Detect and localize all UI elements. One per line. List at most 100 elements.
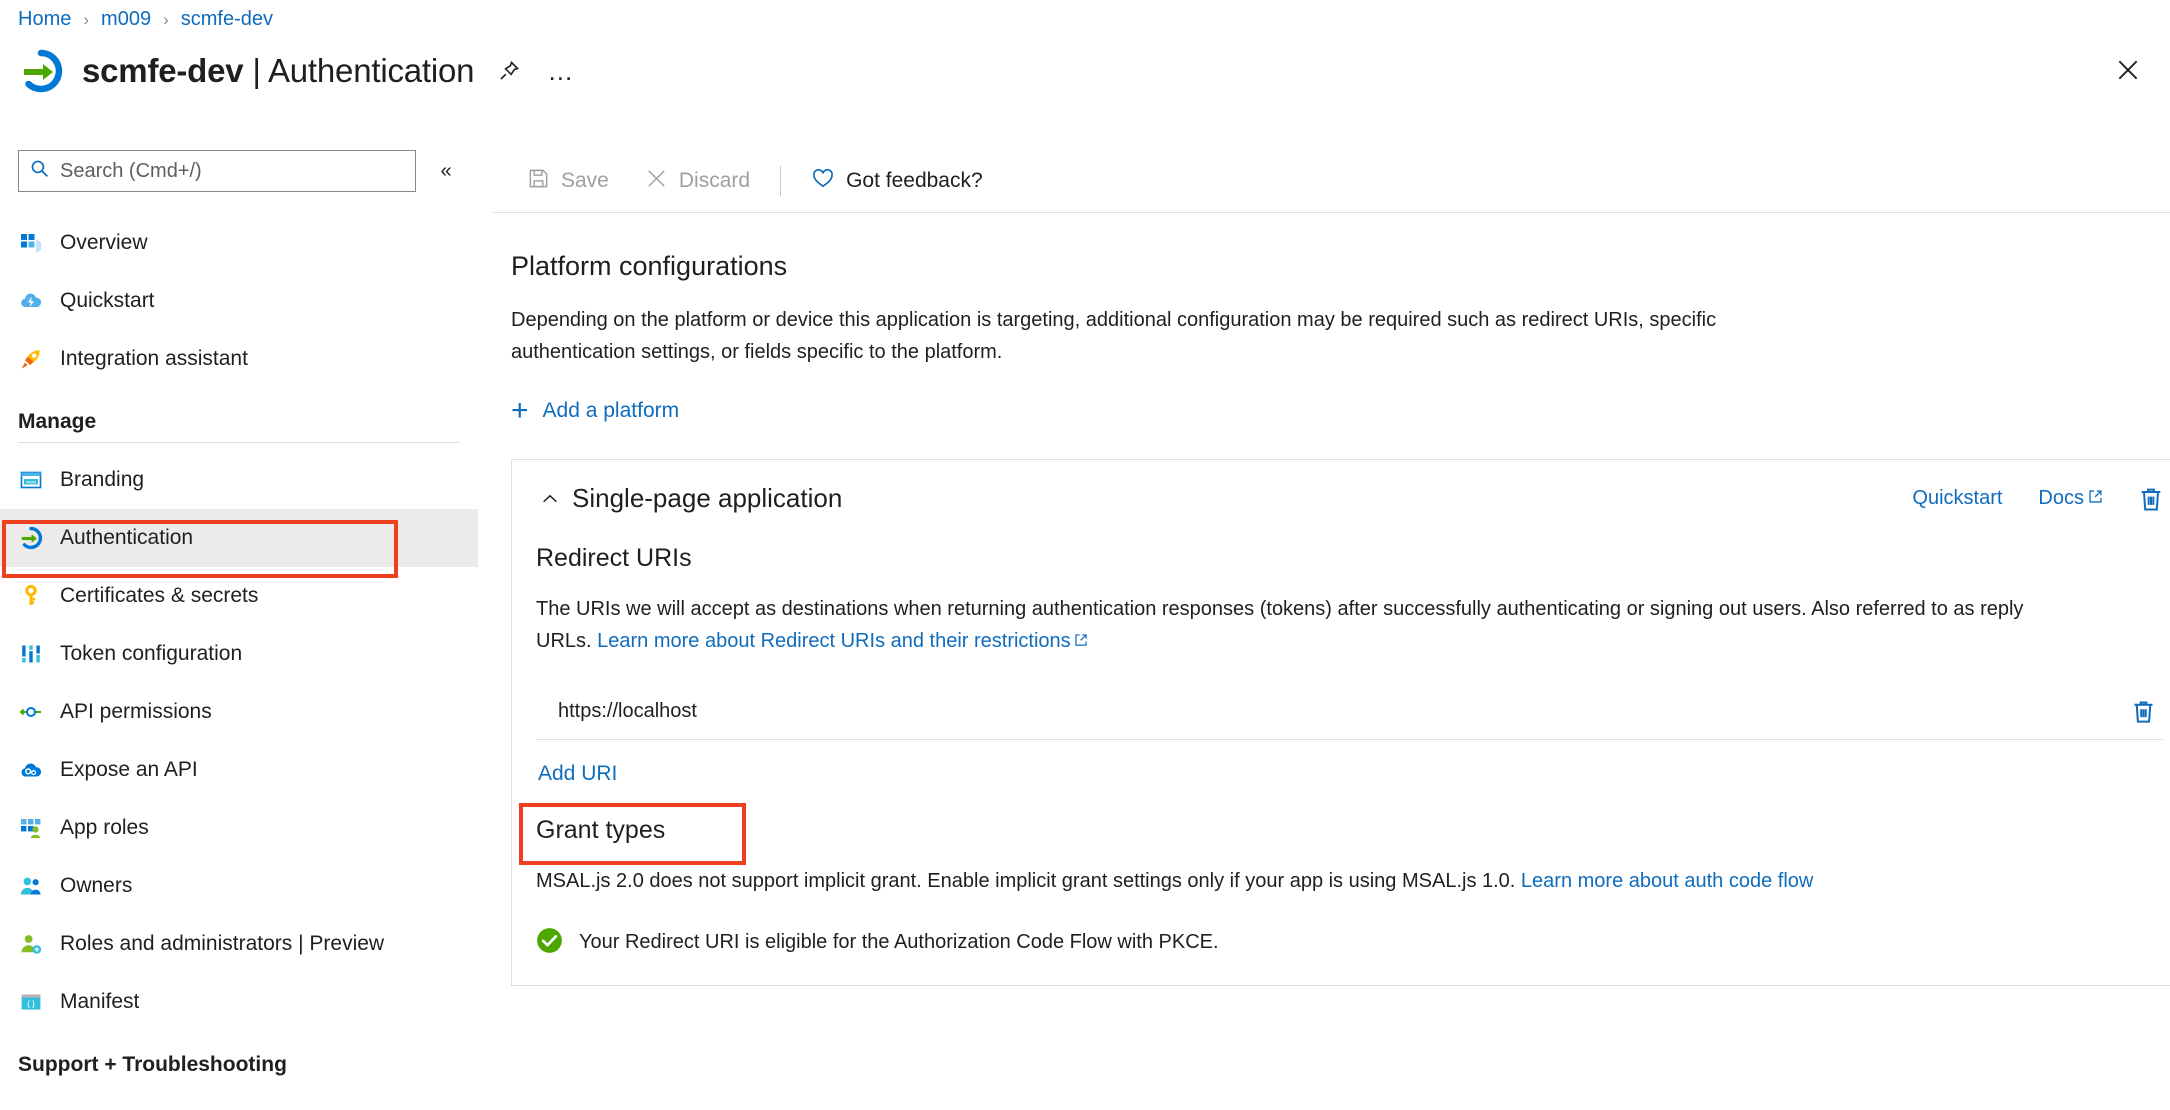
redirect-uris-learn-more-link[interactable]: Learn more about Redirect URIs and their… — [597, 625, 1088, 657]
breadcrumb-item-scmfe-dev[interactable]: scmfe-dev — [181, 8, 273, 31]
platform-card-single-page-application: Single-page application Quickstart Docs — [511, 459, 2170, 986]
sidebar-item-label: App roles — [60, 816, 149, 840]
sidebar-item-roles-and-administrators[interactable]: Roles and administrators | Preview — [0, 915, 478, 973]
sidebar-search-row: « — [0, 150, 478, 192]
branding-browser-icon: www — [18, 467, 44, 493]
owners-people-icon — [18, 873, 44, 899]
authentication-arrow-icon — [18, 525, 44, 551]
sidebar-item-overview[interactable]: Overview — [0, 214, 478, 272]
got-feedback-label: Got feedback? — [846, 169, 983, 193]
sidebar-item-label: Owners — [60, 874, 132, 898]
sidebar-item-token-configuration[interactable]: Token configuration — [0, 625, 478, 683]
grant-status-text: Your Redirect URI is eligible for the Au… — [579, 931, 1219, 954]
redirect-uris-heading: Redirect URIs — [536, 544, 2163, 573]
card-header: Single-page application Quickstart Docs — [512, 460, 2170, 538]
sidebar-item-certificates-secrets[interactable]: Certificates & secrets — [0, 567, 478, 625]
sidebar-item-label: Certificates & secrets — [60, 584, 258, 608]
card-quickstart-link[interactable]: Quickstart — [1912, 487, 2002, 510]
delete-redirect-uri-icon[interactable] — [2130, 698, 2157, 725]
section-heading-platform-configurations: Platform configurations — [511, 251, 2170, 282]
more-options-icon[interactable]: … — [544, 54, 578, 88]
breadcrumb-item-home[interactable]: Home — [18, 8, 71, 31]
chevron-up-icon[interactable] — [536, 488, 564, 510]
grant-status-row: Your Redirect URI is eligible for the Au… — [536, 927, 2163, 959]
expose-api-cloud-icon — [18, 757, 44, 783]
card-title: Single-page application — [572, 483, 842, 514]
breadcrumb-item-m009[interactable]: m009 — [101, 8, 151, 31]
add-uri-button[interactable]: Add URI — [536, 754, 619, 794]
sidebar-item-label: Authentication — [60, 526, 193, 550]
save-button[interactable]: Save — [509, 159, 627, 203]
redirect-uri-value[interactable]: https://localhost — [558, 700, 2096, 723]
command-bar-divider — [780, 166, 781, 196]
redirect-uris-description: The URIs we will accept as destinations … — [536, 593, 2046, 658]
sidebar-item-label: Integration assistant — [60, 347, 248, 371]
overview-grid-icon — [18, 230, 44, 256]
app-roles-icon — [18, 815, 44, 841]
redirect-uri-row: https://localhost — [536, 684, 2163, 740]
main-content: Save Discard Got feedback? — [493, 150, 2170, 1110]
sidebar-item-api-permissions[interactable]: API permissions — [0, 683, 478, 741]
command-bar: Save Discard Got feedback? — [493, 150, 2170, 212]
card-docs-link[interactable]: Docs — [2038, 487, 2103, 510]
plus-icon: + — [511, 401, 529, 421]
content-area: Platform configurations Depending on the… — [493, 213, 2170, 986]
breadcrumb: Home › m009 › scmfe-dev — [18, 8, 273, 31]
sidebar-item-label: Quickstart — [60, 289, 155, 313]
add-uri-row: Add URI — [536, 740, 2163, 810]
sidebar-item-label: Branding — [60, 468, 144, 492]
sidebar-item-app-roles[interactable]: App roles — [0, 799, 478, 857]
got-feedback-button[interactable]: Got feedback? — [793, 159, 1001, 203]
collapse-sidebar-icon[interactable]: « — [430, 155, 462, 187]
save-label: Save — [561, 169, 609, 193]
breadcrumb-separator-icon: › — [83, 10, 89, 30]
sidebar-item-branding[interactable]: www Branding — [0, 451, 478, 509]
sidebar-item-label: Token configuration — [60, 642, 242, 666]
rocket-icon — [18, 346, 44, 372]
search-icon — [29, 158, 50, 184]
card-body: Redirect URIs The URIs we will accept as… — [512, 544, 2170, 985]
page-title-section: Authentication — [268, 52, 474, 89]
close-icon[interactable] — [2108, 50, 2148, 90]
success-check-icon — [536, 927, 563, 959]
external-link-icon — [2088, 487, 2103, 510]
breadcrumb-separator-icon: › — [163, 10, 169, 30]
discard-x-icon — [645, 167, 668, 196]
discard-button[interactable]: Discard — [627, 159, 768, 203]
search-box[interactable] — [18, 150, 416, 192]
sidebar-item-manifest[interactable]: { } Manifest — [0, 973, 478, 1031]
page-title: scmfe-dev | Authentication — [82, 52, 474, 90]
svg-text:www: www — [26, 480, 37, 485]
manifest-braces-icon: { } — [18, 989, 44, 1015]
page-header: scmfe-dev | Authentication … — [18, 48, 578, 94]
sidebar-group-support-troubleshooting: Support + Troubleshooting — [0, 1031, 478, 1083]
delete-platform-icon[interactable] — [2137, 485, 2165, 513]
save-disk-icon — [527, 167, 550, 196]
api-permissions-icon — [18, 699, 44, 725]
external-link-icon — [1074, 625, 1088, 657]
heart-icon — [811, 166, 835, 196]
token-bars-icon — [18, 641, 44, 667]
roles-admin-icon — [18, 931, 44, 957]
sidebar-item-owners[interactable]: Owners — [0, 857, 478, 915]
sidebar-item-expose-an-api[interactable]: Expose an API — [0, 741, 478, 799]
page-title-app: scmfe-dev — [82, 52, 243, 89]
sidebar-item-authentication[interactable]: Authentication — [0, 509, 478, 567]
app-registration-icon — [18, 48, 64, 94]
card-quickstart-label: Quickstart — [1912, 487, 2002, 510]
sidebar-item-label: Expose an API — [60, 758, 198, 782]
add-a-platform-button[interactable]: + Add a platform — [511, 399, 679, 423]
sidebar-item-quickstart[interactable]: Quickstart — [0, 272, 478, 330]
search-input[interactable] — [60, 160, 405, 183]
key-icon — [18, 583, 44, 609]
sidebar-item-label: Overview — [60, 231, 148, 255]
sidebar-item-integration-assistant[interactable]: Integration assistant — [0, 330, 478, 388]
add-a-platform-label: Add a platform — [543, 399, 680, 423]
grant-types-heading: Grant types — [536, 816, 2163, 845]
sidebar-group-manage: Manage — [0, 388, 478, 440]
svg-text:{ }: { } — [27, 999, 35, 1008]
sidebar-item-label: Roles and administrators | Preview — [60, 932, 384, 956]
auth-code-flow-link[interactable]: Learn more about auth code flow — [1521, 870, 1813, 892]
pin-icon[interactable] — [492, 54, 526, 88]
sidebar: « Overview Quickstart — [0, 150, 478, 1110]
